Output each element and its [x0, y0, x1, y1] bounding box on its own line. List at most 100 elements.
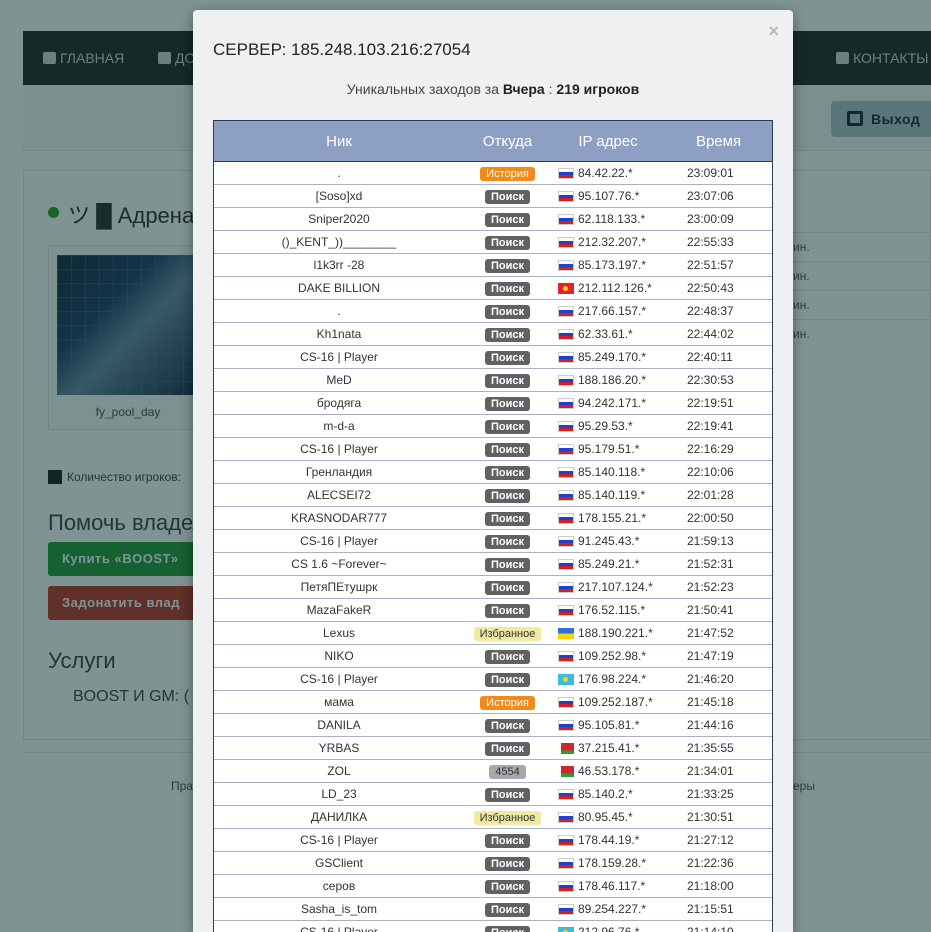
ip-cell: 94.242.171.*	[551, 396, 665, 410]
visit-time: 21:33:25	[687, 787, 734, 801]
table-row: CS-16 | Player Поиск 85.249.170.* 22:40:11	[214, 346, 772, 369]
table-row: l1k3rr -28 Поиск 85.173.197.* 22:51:57	[214, 254, 772, 277]
flag-ru-icon	[558, 305, 574, 317]
visit-time: 23:07:06	[687, 189, 734, 203]
ip-cell: 212.96.76.*	[551, 925, 665, 932]
ip-cell: 85.140.2.*	[551, 787, 665, 801]
ip-cell: 89.254.227.*	[551, 902, 665, 916]
table-row: Kh1nata Поиск 62.33.61.* 22:44:02	[214, 323, 772, 346]
visit-time: 21:15:51	[687, 902, 734, 916]
visit-time: 21:30:51	[687, 810, 734, 824]
flag-kg-icon	[558, 282, 574, 294]
source-cell: Поиск	[464, 787, 551, 802]
source-badge: Поиск	[484, 856, 530, 871]
source-cell: Поиск	[464, 488, 551, 503]
player-nick: бродяга	[316, 396, 362, 410]
source-badge: Поиск	[484, 304, 530, 319]
ip-address: 62.33.61.*	[578, 327, 633, 341]
table-row: ALECSEI72 Поиск 85.140.119.* 22:01:28	[214, 484, 772, 507]
source-cell: Поиск	[464, 189, 551, 204]
source-cell: Поиск	[464, 925, 551, 932]
source-badge: Поиск	[484, 465, 530, 480]
player-nick: Sniper2020	[308, 212, 370, 226]
unique-visits-modal: × СЕРВЕР: 185.248.103.216:27054 Уникальн…	[193, 10, 793, 932]
ip-cell: 62.118.133.*	[551, 212, 665, 226]
source-badge: Поиск	[484, 603, 530, 618]
player-nick: Kh1nata	[316, 327, 362, 341]
ip-cell: 85.140.118.*	[551, 465, 665, 479]
source-badge: История	[480, 695, 535, 710]
ip-address: 188.186.20.*	[578, 373, 647, 387]
player-nick: CS-16 | Player	[300, 672, 378, 686]
ip-cell: 176.98.224.*	[551, 672, 665, 686]
visit-time: 22:48:37	[687, 304, 734, 318]
visit-time: 21:47:52	[687, 626, 734, 640]
visit-time: 22:10:06	[687, 465, 734, 479]
flag-ru-icon	[558, 558, 574, 570]
ip-address: 217.107.124.*	[578, 580, 653, 594]
ip-cell: 85.249.21.*	[551, 557, 665, 571]
source-cell: Поиск	[464, 350, 551, 365]
visit-time: 21:27:12	[687, 833, 734, 847]
source-badge: Поиск	[484, 833, 530, 848]
ip-cell: 37.215.41.*	[551, 741, 665, 755]
flag-kz-icon	[558, 926, 574, 932]
close-icon[interactable]: ×	[768, 22, 779, 40]
visit-time: 22:16:29	[687, 442, 734, 456]
source-badge: Поиск	[484, 534, 530, 549]
source-badge: Поиск	[484, 235, 530, 250]
ip-cell: 188.190.221.*	[551, 626, 665, 640]
flag-ru-icon	[558, 834, 574, 846]
ip-address: 91.245.43.*	[578, 534, 640, 548]
source-badge: Поиск	[484, 258, 530, 273]
period-label: Вчера	[502, 81, 545, 97]
player-nick: DANILA	[317, 718, 361, 732]
flag-ru-icon	[558, 857, 574, 869]
source-badge: Избранное	[473, 626, 542, 641]
source-cell: Поиск	[464, 557, 551, 572]
table-row: LD_23 Поиск 85.140.2.* 21:33:25	[214, 783, 772, 806]
source-cell: Поиск	[464, 442, 551, 457]
source-cell: Поиск	[464, 879, 551, 894]
source-badge: История	[480, 166, 535, 181]
visit-time: 22:19:41	[687, 419, 734, 433]
source-badge: Поиск	[484, 327, 530, 342]
source-badge: 4554	[489, 764, 526, 779]
table-row: ZOL 4554 46.53.178.* 21:34:01	[214, 760, 772, 783]
visit-time: 22:40:11	[687, 350, 733, 364]
table-row: [Soso]xd Поиск 95.107.76.* 23:07:06	[214, 185, 772, 208]
ip-address: 46.53.178.*	[578, 764, 640, 778]
player-nick: m-d-a	[323, 419, 355, 433]
ip-address: 95.29.53.*	[578, 419, 633, 433]
ip-address: 85.140.118.*	[578, 465, 646, 479]
source-cell: Поиск	[464, 649, 551, 664]
table-row: CS-16 | Player Поиск 176.98.224.* 21:46:20	[214, 668, 772, 691]
ip-address: 178.155.21.*	[578, 511, 647, 525]
source-badge: Поиск	[484, 396, 530, 411]
source-cell: Поиск	[464, 580, 551, 595]
visit-time: 21:22:36	[687, 856, 734, 870]
table-row: CS-16 | Player Поиск 178.44.19.* 21:27:12	[214, 829, 772, 852]
flag-ru-icon	[558, 236, 574, 248]
table-row: . Поиск 217.66.157.* 22:48:37	[214, 300, 772, 323]
table-row: GSClient Поиск 178.159.28.* 21:22:36	[214, 852, 772, 875]
source-badge: Поиск	[484, 419, 530, 434]
flag-ru-icon	[558, 880, 574, 892]
source-badge: Поиск	[484, 902, 530, 917]
player-nick: CS-16 | Player	[300, 833, 378, 847]
source-cell: Поиск	[464, 603, 551, 618]
flag-ru-icon	[558, 374, 574, 386]
source-cell: Поиск	[464, 212, 551, 227]
player-nick: Lexus	[322, 626, 356, 640]
player-nick: ()_KENT_))________	[281, 235, 397, 249]
ip-address: 217.66.157.*	[578, 304, 647, 318]
ip-address: 178.44.19.*	[578, 833, 640, 847]
ip-address: 95.107.76.*	[578, 189, 640, 203]
source-cell: Поиск	[464, 833, 551, 848]
source-badge: Поиск	[484, 189, 530, 204]
player-nick: .	[337, 166, 341, 180]
visit-time: 21:59:13	[687, 534, 734, 548]
player-nick: Гренландия	[305, 465, 373, 479]
player-nick: CS-16 | Player	[300, 350, 378, 364]
ip-address: 212.96.76.*	[578, 925, 640, 932]
